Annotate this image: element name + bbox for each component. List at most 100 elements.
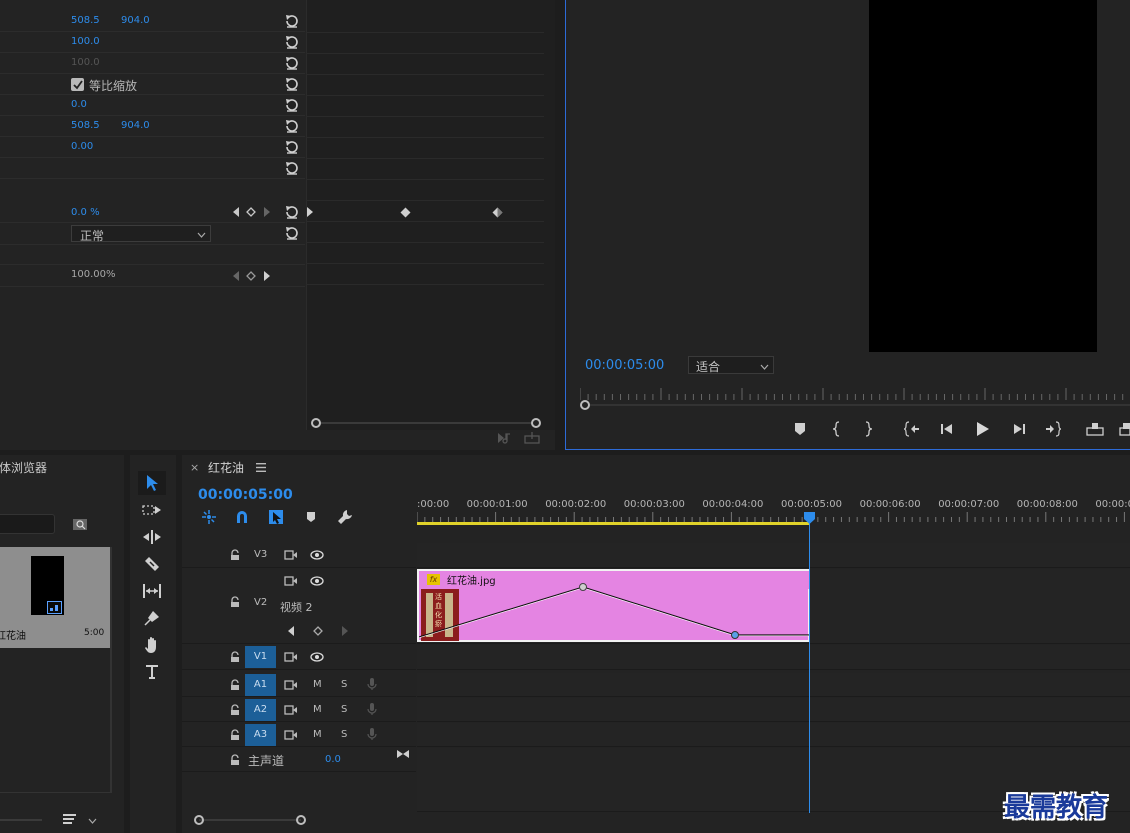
track-v3[interactable] [417, 543, 1130, 568]
add-keyframe-icon[interactable] [246, 271, 256, 284]
reset-icon[interactable] [284, 55, 300, 71]
mute-button[interactable]: M [313, 704, 322, 715]
play-icon[interactable] [976, 421, 990, 440]
mute-button[interactable]: M [313, 729, 322, 740]
keyframe-point[interactable] [579, 583, 587, 591]
step-back-icon[interactable] [940, 422, 954, 439]
program-scrub-ruler[interactable] [579, 386, 1130, 400]
mark-in-icon[interactable] [832, 421, 842, 440]
microphone-icon[interactable] [367, 702, 377, 719]
hand-tool-icon[interactable] [138, 633, 166, 657]
panel-menu-icon[interactable] [256, 462, 266, 475]
opacity-value[interactable]: 0.0 % [71, 207, 100, 218]
next-keyframe-icon[interactable] [263, 207, 271, 217]
work-area-bar[interactable] [417, 522, 810, 525]
clip-thumbnail-card[interactable]: 红花油 5:00 [0, 547, 111, 648]
opacity-rubberband[interactable] [419, 571, 810, 642]
prev-keyframe-icon[interactable] [288, 626, 295, 639]
speed-value[interactable]: 100.00% [71, 269, 116, 280]
extract-icon[interactable] [1119, 422, 1130, 439]
sync-lock-icon[interactable] [284, 704, 298, 719]
reset-icon[interactable] [284, 34, 300, 50]
reset-icon[interactable] [284, 139, 300, 155]
sort-icon[interactable] [62, 813, 78, 828]
track-v1[interactable] [417, 645, 1130, 670]
source-target-a2[interactable]: A2 [245, 699, 276, 721]
microphone-icon[interactable] [367, 727, 377, 744]
close-tab-icon[interactable]: × [190, 461, 199, 474]
slip-tool-icon[interactable] [138, 579, 166, 603]
playhead-icon[interactable] [804, 512, 816, 527]
microphone-icon[interactable] [367, 677, 377, 694]
reset-icon[interactable] [284, 118, 300, 134]
reset-icon[interactable] [284, 225, 300, 241]
property-value[interactable]: 100.0 [71, 57, 100, 68]
nest-toggle-icon[interactable] [201, 509, 217, 528]
export-icon[interactable] [524, 432, 540, 447]
zoom-slider[interactable] [0, 819, 42, 821]
keyframe-icon[interactable] [492, 207, 503, 221]
source-target-a1[interactable]: A1 [245, 674, 276, 696]
linked-selection-icon[interactable] [268, 509, 284, 528]
add-keyframe-icon[interactable] [313, 626, 323, 639]
ripple-edit-tool-icon[interactable] [138, 525, 166, 549]
chevron-down-icon[interactable] [88, 815, 97, 828]
lock-icon[interactable] [230, 679, 240, 694]
sync-lock-icon[interactable] [284, 575, 298, 590]
search-input[interactable] [0, 514, 55, 534]
keyframe-area[interactable] [306, 0, 555, 430]
lock-icon[interactable] [230, 549, 240, 564]
property-value[interactable]: 0.00 [71, 141, 93, 152]
prev-keyframe-icon[interactable] [232, 271, 240, 284]
add-keyframe-icon[interactable] [246, 207, 256, 217]
pen-tool-icon[interactable] [138, 606, 166, 630]
reset-icon[interactable] [284, 204, 300, 220]
eye-icon[interactable] [310, 652, 324, 665]
eye-icon[interactable] [310, 550, 324, 563]
add-marker-icon[interactable] [794, 422, 806, 439]
solo-button[interactable]: S [341, 729, 347, 740]
clip-v2[interactable]: fx 红花油.jpg 活血化瘀 [417, 569, 810, 642]
lock-icon[interactable] [230, 754, 240, 769]
snap-icon[interactable] [235, 510, 249, 527]
panel-title[interactable]: 媒体浏览器 [0, 459, 47, 476]
keyframe-point[interactable] [731, 631, 739, 639]
lock-icon[interactable] [230, 704, 240, 719]
next-keyframe-icon[interactable] [341, 626, 348, 639]
track-select-tool-icon[interactable] [138, 498, 166, 522]
lock-icon[interactable] [230, 651, 240, 666]
track-a2[interactable] [417, 698, 1130, 722]
keyframe-icon[interactable] [400, 207, 411, 221]
mute-button[interactable]: M [313, 679, 322, 690]
program-timecode[interactable]: 00:00:05:00 [585, 358, 664, 373]
track-a1[interactable] [417, 673, 1130, 697]
property-value[interactable]: 508.5 [71, 15, 100, 26]
property-value[interactable]: 508.5 [71, 120, 100, 131]
sync-lock-icon[interactable] [284, 729, 298, 744]
keyframe-zoom-scrollbar[interactable] [311, 418, 541, 428]
sync-lock-icon[interactable] [284, 679, 298, 694]
play-audio-icon[interactable] [497, 432, 513, 447]
eye-icon[interactable] [310, 576, 324, 589]
timeline-scrollbar[interactable] [194, 815, 306, 825]
source-target-a3[interactable]: A3 [245, 724, 276, 746]
property-value[interactable]: 100.0 [71, 36, 100, 47]
next-keyframe-icon[interactable] [263, 271, 271, 284]
zoom-scroll-handle[interactable] [580, 400, 590, 410]
wrench-icon[interactable] [337, 509, 353, 528]
sequence-tab[interactable]: 红花油 [208, 459, 244, 476]
go-to-in-icon[interactable] [903, 421, 920, 440]
sync-lock-icon[interactable] [284, 549, 298, 564]
type-tool-icon[interactable] [138, 660, 166, 684]
property-value[interactable]: 0.0 [71, 99, 87, 110]
solo-button[interactable]: S [341, 704, 347, 715]
razor-tool-icon[interactable] [138, 552, 166, 576]
master-volume[interactable]: 0.0 [325, 754, 341, 765]
reset-icon[interactable] [284, 76, 300, 92]
bowtie-icon[interactable] [396, 749, 410, 762]
mark-out-icon[interactable] [863, 421, 873, 440]
prev-keyframe-icon[interactable] [232, 207, 240, 217]
add-marker-icon[interactable] [306, 511, 316, 526]
step-forward-icon[interactable] [1012, 422, 1026, 439]
solo-button[interactable]: S [341, 679, 347, 690]
